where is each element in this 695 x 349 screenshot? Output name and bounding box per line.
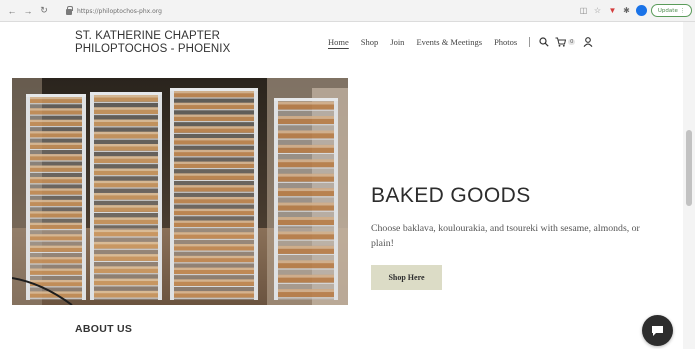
nav-shop[interactable]: Shop [361,37,378,47]
nav-home[interactable]: Home [328,37,349,47]
brand-line-1: ST. KATHERINE CHAPTER [75,30,221,42]
hero-title: BAKED GOODS [371,184,531,207]
main-nav: Home Shop Join Events & Meetings Photos … [328,36,599,47]
account-icon[interactable] [582,36,593,47]
scrollbar-thumb[interactable] [686,130,692,206]
about-us-heading: ABOUT US [75,323,133,335]
address-bar[interactable]: https://philoptochos-phx.org [66,5,162,18]
shop-here-button[interactable]: Shop Here [371,265,442,290]
back-icon[interactable]: ← [6,4,18,18]
nav-photos[interactable]: Photos [494,37,517,47]
extension-icon[interactable]: ▼ [607,5,618,16]
chat-icon [652,325,663,336]
forward-icon[interactable]: → [22,4,34,18]
nav-events-meetings[interactable]: Events & Meetings [416,37,482,47]
url-text: https://philoptochos-phx.org [77,8,162,15]
lock-icon [66,5,73,15]
brand-line-2: PHILOPTOCHOS - PHOENIX [75,43,231,55]
chat-button[interactable] [642,315,673,346]
search-icon[interactable] [538,36,549,47]
share-icon[interactable]: ◫ [578,5,589,16]
cart-count-badge: 0 [568,38,576,45]
nav-join[interactable]: Join [390,37,404,47]
profile-avatar[interactable] [636,5,647,16]
site-logo[interactable]: ST. KATHERINE CHAPTER PHILOPTOCHOS - PHO… [75,30,245,56]
cart-icon[interactable] [555,36,567,47]
star-icon[interactable]: ☆ [592,5,603,16]
update-button[interactable]: Update ⋮ [651,4,692,17]
hero-description: Choose baklava, koulourakia, and tsourek… [371,223,640,249]
puzzle-icon[interactable]: ✱ [621,5,632,16]
reload-icon[interactable]: ↻ [38,4,50,18]
nav-divider [529,36,531,47]
hero-image-bakery-racks [12,78,348,305]
